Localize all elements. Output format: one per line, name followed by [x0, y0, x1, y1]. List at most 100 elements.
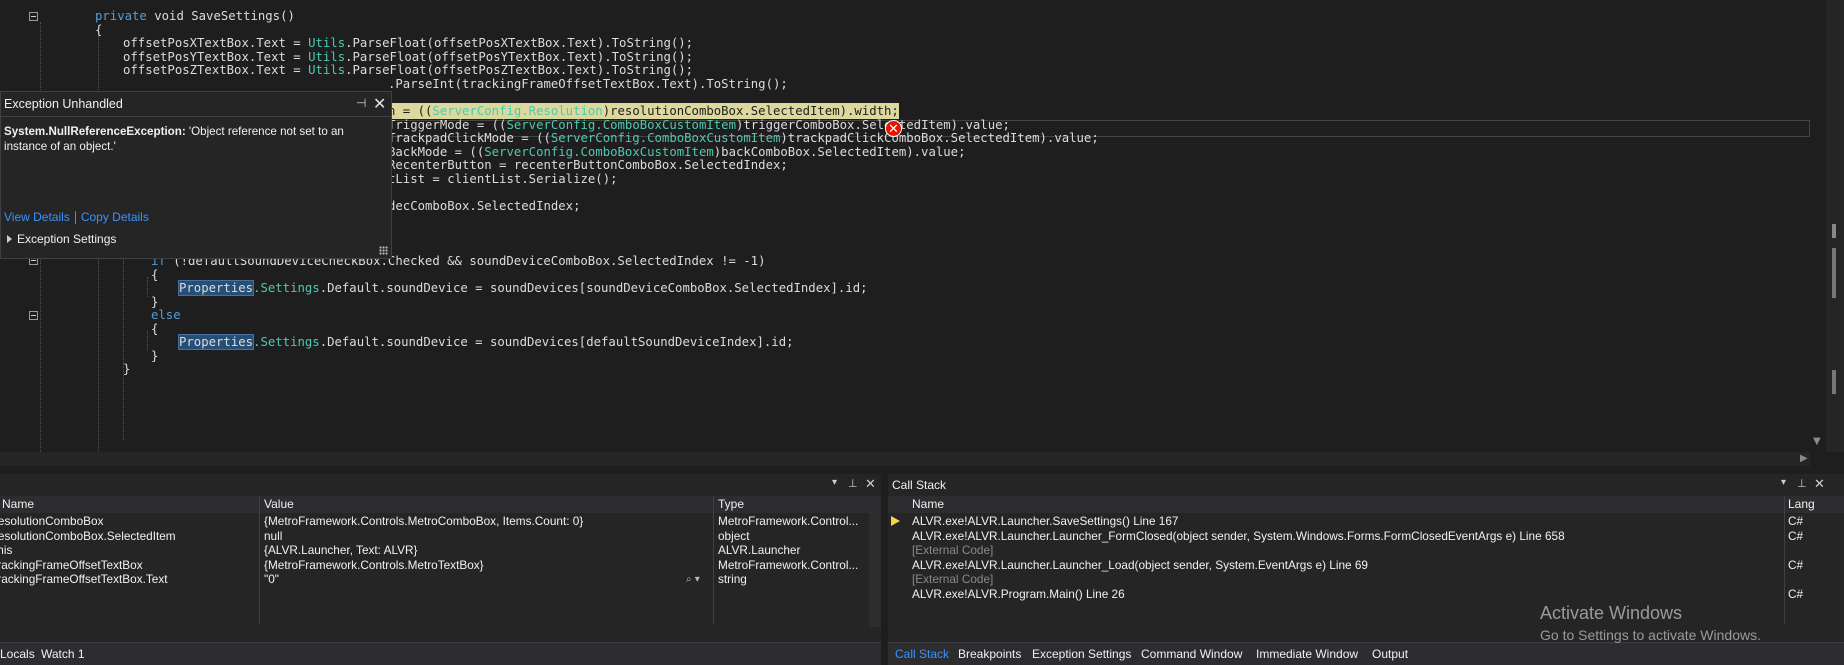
scrollbar-overview-map[interactable]	[1826, 0, 1844, 452]
code-token: Utils	[308, 63, 346, 77]
column-lang-header[interactable]: Lang	[1788, 496, 1815, 513]
collapse-toggle-icon[interactable]	[29, 311, 38, 320]
code-token: .ParseInt(trackingFrameOffsetTextBox.Tex…	[388, 77, 788, 91]
scroll-right-icon[interactable]: ▶	[1800, 452, 1808, 466]
resize-grip-icon[interactable]	[379, 246, 388, 255]
code-token: }	[123, 362, 131, 376]
scroll-thumb[interactable]	[1832, 248, 1836, 298]
code-token: tList = clientList.Serialize();	[388, 172, 618, 186]
code-line[interactable]: {	[151, 267, 158, 283]
locals-tabs: Locals Watch 1	[0, 643, 881, 665]
divider	[74, 211, 76, 225]
code-token: .ParseFloat(offsetPosZTextBox.Text).ToSt…	[345, 63, 694, 77]
locals-row[interactable]: trackingFrameOffsetTextBox.Text "0" string…	[0, 571, 869, 588]
locals-panel[interactable]: ▾ ⊥ ✕ Name Value Type resolutionComboBox…	[0, 474, 881, 665]
tab-output[interactable]: Output	[1372, 647, 1408, 661]
code-line[interactable]: }	[151, 348, 158, 364]
code-line[interactable]: decComboBox.SelectedIndex;	[388, 198, 581, 214]
exception-title: Exception Unhandled	[4, 97, 123, 111]
code-token: h = ((	[388, 104, 433, 118]
code-token: void SaveSettings()	[146, 9, 295, 23]
exception-settings-label: Exception Settings	[17, 232, 117, 246]
scroll-thumb[interactable]	[1832, 224, 1836, 238]
pin-icon[interactable]: ⊥	[1797, 477, 1807, 490]
locals-cell-value: "0"	[264, 572, 279, 587]
code-token: {	[151, 268, 159, 282]
call-stack-frame-lang: C#	[1788, 587, 1804, 601]
locals-header: Name Value Type	[0, 496, 869, 513]
column-name-header[interactable]: Name	[912, 496, 944, 513]
code-line[interactable]: Properties.Settings.Default.soundDevice …	[177, 280, 868, 296]
editor-vertical-scrollbar[interactable]: ▼	[1810, 0, 1826, 452]
code-token: offsetPosZTextBox.Text =	[123, 63, 309, 77]
code-token: }	[151, 349, 159, 363]
code-line[interactable]: Properties.Settings.Default.soundDevice …	[177, 334, 794, 350]
code-line[interactable]: private void SaveSettings()	[95, 8, 295, 24]
column-name-header[interactable]: Name	[2, 496, 34, 513]
type-token: .Settings	[253, 335, 320, 349]
exception-links: View Details Copy Details	[4, 210, 149, 225]
pin-icon[interactable]: ⊣	[356, 96, 366, 110]
call-stack-row[interactable]: ALVR.exe!ALVR.Program.Main() Line 26 C#	[888, 586, 1844, 603]
type-token: .Settings	[253, 281, 320, 295]
activate-windows-subtitle: Go to Settings to activate Windows.	[1540, 627, 1761, 643]
exception-message: System.NullReferenceException: 'Object r…	[4, 124, 354, 154]
locals-cell-name: trackingFrameOffsetTextBox.Text	[0, 572, 168, 587]
tab-command-window[interactable]: Command Window	[1141, 647, 1242, 661]
error-icon: ✕	[885, 120, 902, 137]
activate-windows-title: Activate Windows	[1540, 603, 1683, 623]
tab-breakpoints[interactable]: Breakpoints	[958, 647, 1021, 661]
tab-watch-1[interactable]: Watch 1	[41, 647, 85, 661]
scroll-thumb[interactable]	[1832, 370, 1836, 394]
code-token: {	[151, 322, 159, 336]
exception-type: System.NullReferenceException:	[4, 125, 186, 138]
code-token: Utils	[308, 36, 346, 50]
current-frame-arrow-icon	[891, 516, 900, 526]
code-token: private	[95, 9, 147, 23]
code-line[interactable]: .ParseInt(trackingFrameOffsetTextBox.Tex…	[388, 76, 788, 92]
view-details-link[interactable]: View Details	[4, 210, 70, 224]
call-stack-header: Name Lang	[888, 496, 1844, 513]
code-token: )resolutionComboBox.SelectedItem).width;	[602, 104, 899, 118]
column-value-header[interactable]: Value	[264, 496, 294, 513]
tab-locals[interactable]: Locals	[0, 647, 35, 661]
scroll-down-icon[interactable]: ▼	[1813, 436, 1821, 447]
code-line[interactable]: tList = clientList.Serialize();	[388, 171, 618, 187]
collapse-toggle-icon[interactable]	[29, 12, 38, 21]
indent-guide	[147, 277, 148, 297]
code-token: )trackpadClickComboBox.SelectedItem).val…	[780, 131, 1099, 145]
code-token: .Default.soundDevice = soundDevices[soun…	[319, 281, 868, 295]
type-token: ServerConfig.Resolution	[432, 104, 603, 118]
text-visualizer-icon[interactable]: ⌕ ▾	[686, 571, 700, 588]
dropdown-icon[interactable]: ▾	[832, 477, 837, 488]
copy-details-link[interactable]: Copy Details	[81, 210, 149, 224]
locals-cell-type: string	[718, 572, 747, 587]
exception-settings-expander[interactable]: Exception Settings	[7, 232, 116, 246]
tab-exception-settings[interactable]: Exception Settings	[1032, 647, 1131, 661]
code-line[interactable]: {	[151, 321, 158, 337]
code-token: else	[151, 308, 181, 322]
code-token: TrackpadClickMode = ((	[388, 131, 551, 145]
tab-immediate-window[interactable]: Immediate Window	[1256, 647, 1358, 661]
code-token: RecenterButton = recenterButtonComboBox.…	[388, 158, 788, 172]
column-type-header[interactable]: Type	[718, 496, 744, 513]
type-token: ServerConfig.ComboBoxCustomItem	[550, 131, 781, 145]
close-icon[interactable]: ✕	[1814, 477, 1825, 492]
panel-title: Call Stack	[892, 478, 947, 492]
editor-horizontal-scrollbar[interactable]: ▶	[0, 452, 1810, 466]
code-token: offsetPosXTextBox.Text =	[123, 36, 309, 50]
tab-call-stack[interactable]: Call Stack	[895, 647, 949, 661]
highlighted-token: Properties	[177, 334, 255, 350]
indent-guide	[147, 331, 148, 351]
dropdown-icon[interactable]: ▾	[1781, 477, 1786, 488]
code-token: {	[95, 23, 103, 37]
exception-helper-popup[interactable]: Exception Unhandled ⊣ ✕ System.NullRefer…	[0, 91, 392, 259]
locals-scrollbar[interactable]	[869, 496, 881, 627]
pin-icon[interactable]: ⊥	[848, 477, 858, 490]
code-token: .Default.soundDevice = soundDevices[defa…	[319, 335, 794, 349]
code-line[interactable]: {	[95, 22, 102, 38]
close-icon[interactable]: ✕	[865, 477, 876, 492]
code-line[interactable]: }	[123, 361, 130, 377]
close-icon[interactable]: ✕	[373, 94, 386, 113]
indent-guide	[123, 250, 124, 440]
